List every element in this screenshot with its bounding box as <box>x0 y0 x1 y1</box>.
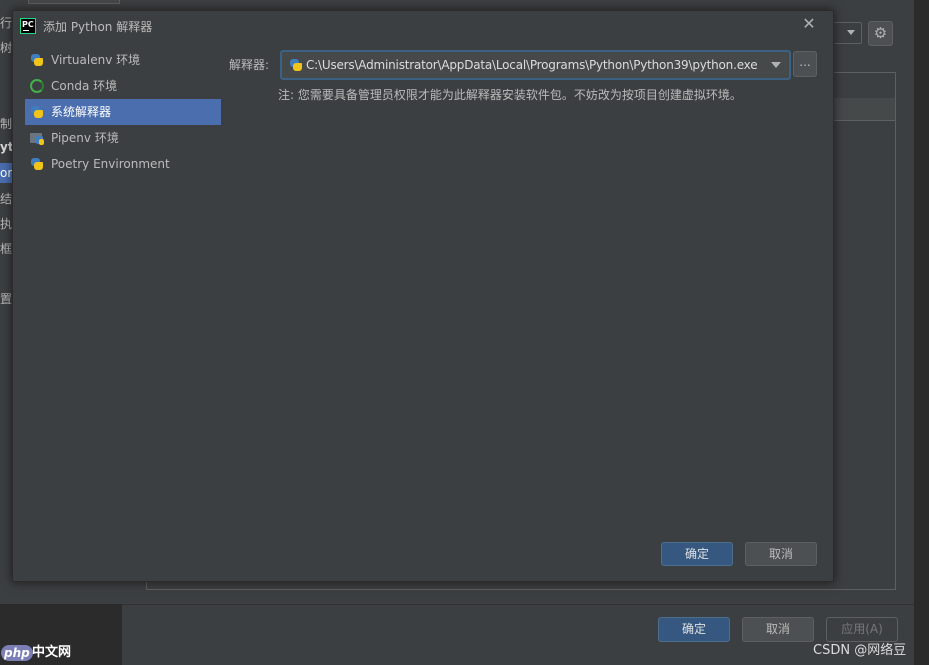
chevron-down-icon[interactable] <box>771 62 781 68</box>
nav-item-pipenv[interactable]: Pipenv 环境 <box>25 125 221 151</box>
ok-button[interactable]: 确定 <box>661 542 733 566</box>
dialog-title: 添加 Python 解释器 <box>43 20 153 34</box>
background-search-box[interactable] <box>28 0 120 4</box>
browse-button[interactable]: ... <box>793 51 817 77</box>
php-badge: php <box>1 645 33 661</box>
pycharm-icon: PC <box>20 18 36 34</box>
python-icon <box>30 53 44 67</box>
python-icon <box>289 58 303 72</box>
nav-item-label: Virtualenv 环境 <box>51 53 141 67</box>
nav-item-label: Conda 环境 <box>51 79 118 93</box>
desktop-edge <box>914 0 929 664</box>
close-icon[interactable]: ✕ <box>801 16 817 32</box>
background-sidebar-item[interactable]: 制 <box>0 115 12 132</box>
python-icon <box>30 105 44 119</box>
poetry-icon <box>30 157 44 171</box>
nav-item-label: Poetry Environment <box>51 157 170 171</box>
admin-permission-note: 注: 您需要具备管理员权限才能为此解释器安装软件包。不妨改为按项目创建虚拟环境。 <box>278 88 742 102</box>
nav-item-label: Pipenv 环境 <box>51 131 119 145</box>
php-site-label: 中文网 <box>32 645 72 660</box>
nav-item-virtualenv[interactable]: Virtualenv 环境 <box>25 47 221 73</box>
csdn-watermark: CSDN @网络豆 <box>813 643 907 658</box>
interpreter-path-value: C:\Users\Administrator\AppData\Local\Pro… <box>306 58 758 72</box>
background-sidebar-item[interactable]: 执 <box>0 215 12 232</box>
chevron-down-icon <box>847 30 855 35</box>
background-sidebar-item[interactable]: 行 <box>0 14 12 31</box>
nav-item-conda[interactable]: Conda 环境 <box>25 73 221 99</box>
conda-icon <box>30 79 44 93</box>
pipenv-icon <box>30 131 44 145</box>
background-cancel-button[interactable]: 取消 <box>742 617 814 642</box>
interpreter-type-list: Virtualenv 环境 Conda 环境 系统解释器 Pipenv 环境 P… <box>25 47 221 177</box>
cancel-button[interactable]: 取消 <box>745 542 817 566</box>
interpreter-combobox[interactable]: C:\Users\Administrator\AppData\Local\Pro… <box>280 50 791 80</box>
background-sidebar-item[interactable]: 框 <box>0 240 12 257</box>
nav-item-poetry[interactable]: Poetry Environment <box>25 151 221 177</box>
nav-item-label: 系统解释器 <box>51 105 112 119</box>
gear-icon[interactable]: ⚙ <box>868 21 893 46</box>
pycharm-icon-label: PC <box>22 20 34 29</box>
background-sidebar-item[interactable]: 结 <box>0 190 12 207</box>
php-cn-watermark: php 中文网 <box>0 645 84 664</box>
nav-item-system-interpreter[interactable]: 系统解释器 <box>25 99 221 125</box>
interpreter-label: 解释器: <box>229 58 270 72</box>
background-sidebar-item[interactable]: 置 <box>0 290 12 307</box>
background-ok-button[interactable]: 确定 <box>658 617 730 642</box>
dialog-titlebar[interactable]: PC 添加 Python 解释器 ✕ <box>13 11 833 41</box>
background-sidebar-item[interactable]: 树 <box>0 39 12 56</box>
add-python-interpreter-dialog: PC 添加 Python 解释器 ✕ Virtualenv 环境 Conda 环… <box>12 10 834 582</box>
